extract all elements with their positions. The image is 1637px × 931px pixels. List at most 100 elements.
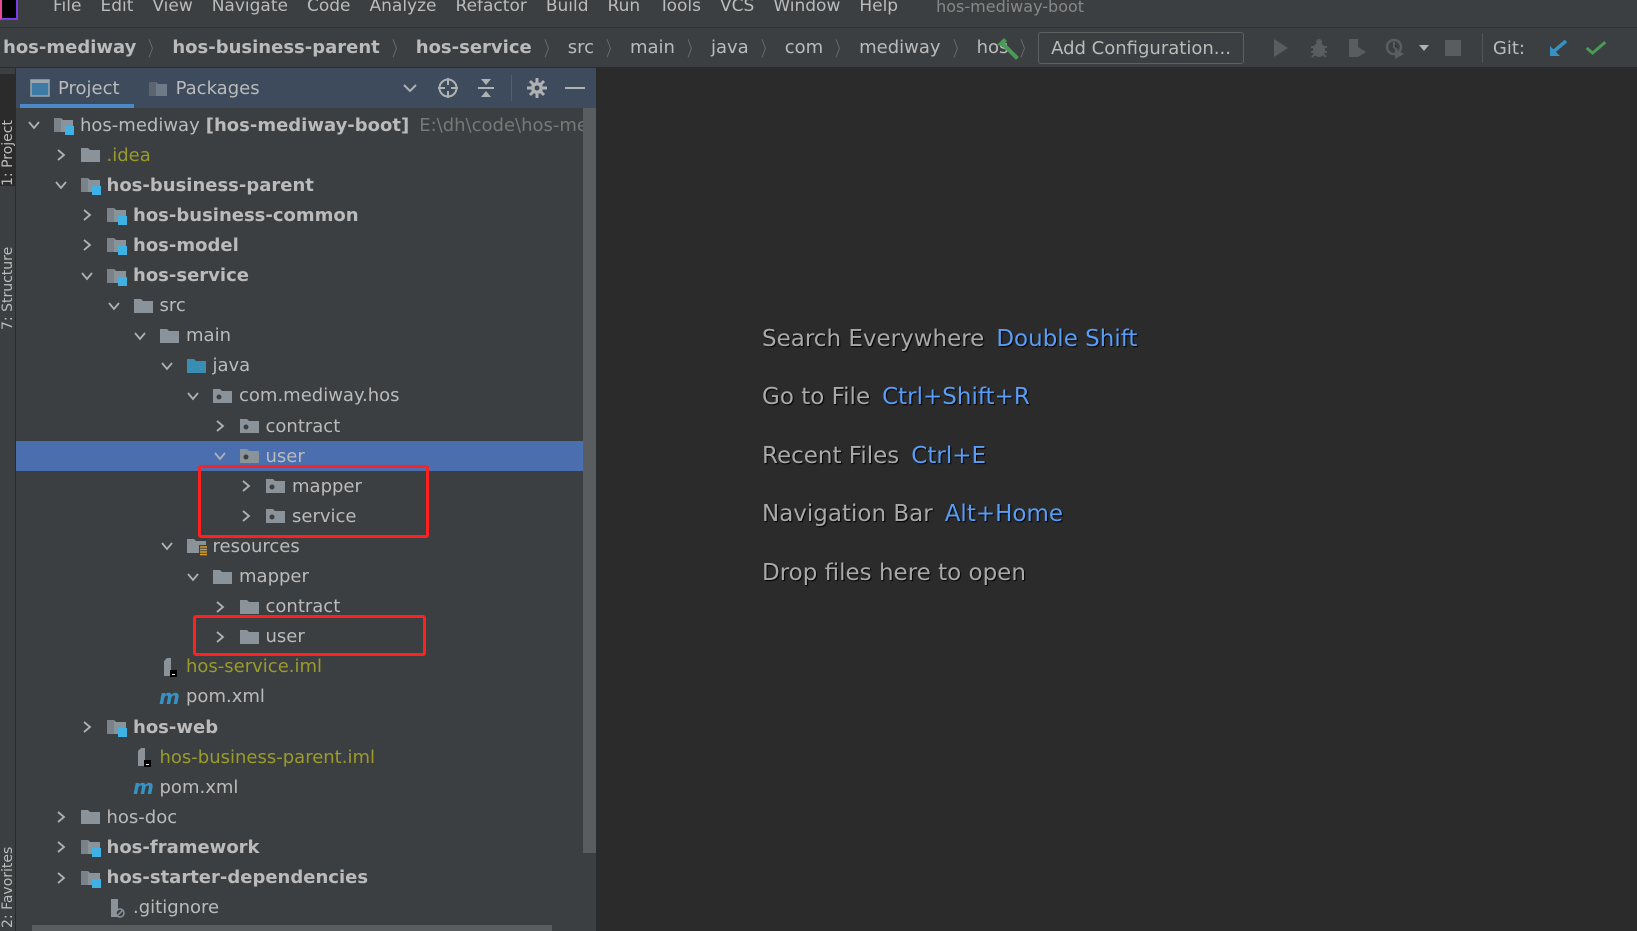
tree-node[interactable]: .idea <box>16 140 596 170</box>
breadcrumb-item[interactable]: main <box>630 37 675 58</box>
chevron-down-icon[interactable] <box>54 178 68 192</box>
breadcrumb-separator-icon: 〉 <box>952 37 965 61</box>
tree-node[interactable]: hos-business-common <box>16 200 596 230</box>
breadcrumb-item[interactable]: hos-mediway <box>3 37 136 58</box>
tree-node[interactable]: hos-mediway [hos-mediway-boot] E:\dh\code\… <box>16 110 596 140</box>
chevron-right-icon[interactable] <box>54 871 68 885</box>
chevron-right-icon[interactable] <box>54 810 68 824</box>
chevron-down-icon[interactable] <box>399 77 421 99</box>
hint-navigation-bar: Navigation Bar Alt+Home <box>762 501 1063 527</box>
chevron-right-icon[interactable] <box>54 148 68 162</box>
locate-icon[interactable] <box>437 77 459 99</box>
tab-packages-label: Packages <box>175 77 260 99</box>
tree-node-label: .idea <box>106 144 151 166</box>
minimize-icon[interactable] <box>564 77 586 99</box>
tab-packages[interactable]: Packages <box>134 68 274 108</box>
chevron-down-icon[interactable] <box>27 118 41 132</box>
menu-view[interactable]: View <box>152 0 192 15</box>
tree-node[interactable]: com.mediway.hos <box>16 381 596 411</box>
tree-node[interactable]: .gitignore <box>16 893 596 923</box>
toolbar-separator <box>1481 33 1483 63</box>
menu-build[interactable]: Build <box>546 0 589 15</box>
chevron-down-icon[interactable] <box>213 449 227 463</box>
tree-node[interactable]: hos-starter-dependencies <box>16 863 596 893</box>
horizontal-scrollbar[interactable] <box>32 925 552 931</box>
chevron-down-icon[interactable] <box>80 269 94 283</box>
hint-search-everywhere: Search Everywhere Double Shift <box>762 326 1137 352</box>
breadcrumb-item[interactable]: src <box>568 37 594 58</box>
stripe-tab-favorites[interactable]: 2: Favorites <box>0 803 16 928</box>
tree-node[interactable]: m pom.xml <box>16 682 596 712</box>
breadcrumb-label: src <box>567 37 594 58</box>
iml-file-icon <box>133 747 155 768</box>
coverage-icon[interactable] <box>1346 37 1368 59</box>
run-icon[interactable] <box>1270 37 1292 59</box>
folder-icon <box>80 145 102 165</box>
tree-node[interactable]: hos-service <box>16 261 596 291</box>
menu-window[interactable]: Window <box>773 0 840 15</box>
chevron-right-icon[interactable] <box>80 208 94 222</box>
tree-node[interactable]: java <box>16 351 596 381</box>
menu-edit[interactable]: Edit <box>100 0 133 15</box>
debug-icon[interactable] <box>1308 37 1330 59</box>
tab-project[interactable]: Project <box>16 68 134 108</box>
breadcrumb-item[interactable]: hos-service <box>416 37 532 58</box>
breadcrumb-item[interactable]: java <box>711 37 749 58</box>
chevron-down-icon[interactable] <box>186 389 200 403</box>
breadcrumb-item[interactable]: mediway <box>859 37 940 58</box>
menu-file[interactable]: File <box>53 0 81 15</box>
breadcrumb-item[interactable]: hos-business-parent <box>172 37 379 58</box>
git-update-icon[interactable] <box>1547 37 1569 59</box>
breadcrumb-label: hos-mediway <box>3 37 137 58</box>
git-commit-icon[interactable] <box>1585 37 1607 59</box>
tree-node[interactable]: hos-service.iml <box>16 652 596 682</box>
chevron-right-icon[interactable] <box>213 600 227 614</box>
menu-analyze[interactable]: Analyze <box>370 0 437 15</box>
chevron-right-icon[interactable] <box>80 238 94 252</box>
intellij-logo-icon <box>0 0 18 20</box>
breadcrumb-label: java <box>710 37 749 58</box>
gear-icon[interactable] <box>526 77 548 99</box>
tree-node-label: hos-mediway <box>80 114 200 136</box>
build-hammer-icon[interactable] <box>994 35 1020 61</box>
add-configuration-button[interactable]: Add Configuration... <box>1038 32 1244 64</box>
tree-node[interactable]: hos-doc <box>16 802 596 832</box>
collapse-all-icon[interactable] <box>475 77 497 99</box>
tree-node[interactable]: main <box>16 321 596 351</box>
hint-label: Recent Files <box>762 443 900 469</box>
menu-refactor[interactable]: Refactor <box>456 0 527 15</box>
stripe-tab-project[interactable]: 1: Project <box>0 74 16 186</box>
run-dropdown-icon[interactable] <box>1418 37 1430 59</box>
chevron-right-icon[interactable] <box>54 840 68 854</box>
stripe-tab-structure[interactable]: 7: Structure <box>0 200 16 330</box>
tree-node[interactable]: hos-business-parent.iml <box>16 742 596 772</box>
chevron-down-icon[interactable] <box>107 299 121 313</box>
tree-node[interactable]: hos-model <box>16 230 596 260</box>
chevron-right-icon[interactable] <box>80 720 94 734</box>
tree-node[interactable]: contract <box>16 411 596 441</box>
hint-shortcut: Alt+Home <box>944 501 1064 527</box>
menu-help[interactable]: Help <box>859 0 898 15</box>
chevron-down-icon[interactable] <box>160 359 174 373</box>
menu-code[interactable]: Code <box>307 0 351 15</box>
chevron-down-icon[interactable] <box>186 570 200 584</box>
menu-navigate[interactable]: Navigate <box>212 0 288 15</box>
chevron-down-icon[interactable] <box>133 329 147 343</box>
vertical-scrollbar[interactable] <box>583 108 596 853</box>
profile-icon[interactable] <box>1384 37 1406 59</box>
menu-run[interactable]: Run <box>608 0 641 15</box>
tree-node[interactable]: src <box>16 291 596 321</box>
stop-icon[interactable] <box>1442 37 1464 59</box>
menu-vcs[interactable]: VCS <box>720 0 754 15</box>
stripe-tab-structure-label: 7: Structure <box>0 246 16 330</box>
menu-tools[interactable]: Tools <box>659 0 701 15</box>
folder-icon <box>212 567 234 587</box>
breadcrumb-item[interactable]: com <box>785 37 823 58</box>
chevron-right-icon[interactable] <box>213 419 227 433</box>
tree-node[interactable]: hos-framework <box>16 832 596 862</box>
tree-node[interactable]: hos-business-parent <box>16 170 596 200</box>
tree-node[interactable]: m pom.xml <box>16 772 596 802</box>
tree-node[interactable]: hos-web <box>16 712 596 742</box>
tree-node[interactable]: mapper <box>16 562 596 592</box>
chevron-down-icon[interactable] <box>160 539 174 553</box>
